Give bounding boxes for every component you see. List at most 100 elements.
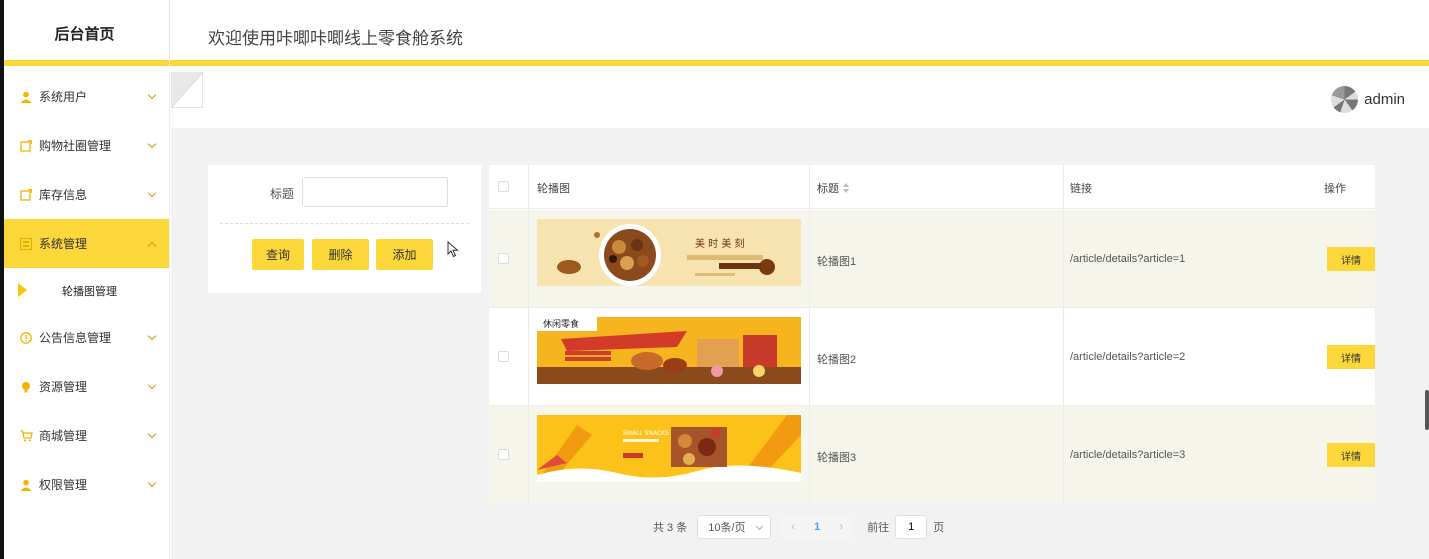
sidebar-item-resources[interactable]: 资源管理 [4,362,169,411]
doc-icon [19,188,33,202]
page-size-select[interactable]: 10条/页 [697,515,772,539]
goto-label: 前往 [867,522,890,534]
column-divider [1063,210,1064,307]
banner-image-3: SMALL SNACKS [537,415,801,482]
sidebar-item-label: 库存信息 [39,188,88,202]
search-panel: 标题 查询 删除 添加 [208,165,481,293]
sidebar-item-permissions[interactable]: 权限管理 [4,460,169,509]
title-field-label: 标题 [270,187,295,201]
total-count: 共 3 条 [653,522,688,534]
column-divider [528,308,529,405]
chevron-down-icon [147,139,157,148]
column-divider [809,165,810,208]
home-logo[interactable]: 后台首页 [0,0,170,66]
sidebar-item-mall[interactable]: 商城管理 [4,411,169,460]
column-divider [809,308,810,405]
sidebar-item-label: 购物社圈管理 [39,139,112,153]
add-button[interactable]: 添加 [376,239,433,270]
sidebar-item-shopping-circle[interactable]: 购物社圈管理 [4,121,169,170]
user-icon [19,90,33,104]
sidebar-item-system-management[interactable]: 系统管理 [4,219,169,268]
chevron-down-icon [147,380,157,389]
sidebar-item-label: 权限管理 [39,478,88,492]
sidebar-item-label: 系统管理 [39,237,88,251]
column-divider [1063,165,1064,208]
prev-page-button[interactable]: ‹ [781,515,805,539]
detail-button[interactable]: 详情 [1327,345,1375,369]
row-title: 轮播图1 [817,256,857,268]
username: admin [1364,91,1405,108]
column-divider [1063,406,1064,504]
banner-text: 美 时 美 刻 [695,237,745,250]
avatar [1331,86,1359,113]
column-header-action: 操作 [1324,183,1346,195]
sidebar-item-label: 系统用户 [39,90,88,104]
chevron-down-icon [147,429,157,438]
sidebar-item-inventory[interactable]: 库存信息 [4,170,169,219]
row-title: 轮播图3 [817,452,857,464]
detail-button[interactable]: 详情 [1327,443,1375,467]
row-link: /article/details?article=1 [1070,253,1186,265]
page-number-current[interactable]: 1 [805,515,829,539]
column-divider [528,210,529,307]
user-menu[interactable]: admin [1331,86,1405,113]
top-header: 后台首页 欢迎使用咔唧咔唧线上零食舱系统 [0,0,1429,66]
column-header-link: 链接 [1070,183,1092,195]
page-nav: ‹ 1 › [781,515,854,539]
sidebar: 系统用户 购物社圈管理 库存信息 系统管理 轮播图管理 公告信息管理 资源管理 … [4,72,170,559]
sidebar-subitem-label: 轮播图管理 [62,285,117,298]
row-checkbox[interactable] [498,351,509,362]
delete-button[interactable]: 删除 [312,239,369,270]
banner-table: 轮播图 标题 链接 操作 美 时 美 刻 轮播图1 /article/detai… [489,165,1375,504]
row-checkbox[interactable] [498,253,509,264]
chevron-down-icon [147,188,157,197]
chevron-down-icon [147,478,157,487]
column-header-title[interactable]: 标题 [817,180,851,196]
row-link: /article/details?article=2 [1070,351,1186,363]
select-all-checkbox[interactable] [498,181,509,192]
chevron-down-icon [756,522,764,531]
detail-button[interactable]: 详情 [1327,247,1375,271]
sidebar-subitem-banner-management[interactable]: 轮播图管理 [4,268,169,313]
column-header-image: 轮播图 [537,183,570,195]
doc-icon [19,139,33,153]
welcome-text: 欢迎使用咔唧咔唧线上零食舱系统 [208,29,463,48]
table-header: 轮播图 标题 链接 操作 [489,165,1375,209]
chevron-down-icon [147,331,157,340]
banner-text: SMALL SNACKS [623,430,669,437]
query-button[interactable]: 查询 [252,239,304,270]
row-title: 轮播图2 [817,354,857,366]
active-indicator-icon [18,283,27,297]
column-header-title-label: 标题 [817,183,839,195]
sidebar-item-announcements[interactable]: 公告信息管理 [4,313,169,362]
chevron-up-icon [147,241,157,250]
window-edge [0,0,4,559]
mouse-cursor-icon [447,241,459,258]
column-divider [809,210,810,307]
pagination: 共 3 条 10条/页 ‹ 1 › 前往 页 [653,515,944,539]
collapse-toggle-icon[interactable] [171,72,203,108]
sidebar-item-label: 商城管理 [39,429,88,443]
table-row: 美 时 美 刻 轮播图1 /article/details?article=1 … [489,210,1375,308]
divider [220,223,469,224]
column-divider [809,406,810,504]
banner-text: 休闲零食 [543,318,579,330]
main-content: admin 标题 查询 删除 添加 轮播图 标题 链接 操作 美 时 美 刻 轮… [171,72,1429,559]
next-page-button[interactable]: › [829,515,853,539]
sidebar-item-system-users[interactable]: 系统用户 [4,72,169,121]
settings-icon [19,237,33,251]
cart-icon [19,429,33,443]
table-row: 休闲零食 轮播图2 /article/details?article=2 详情 [489,308,1375,406]
goto-page-input[interactable] [895,515,928,539]
sort-icon[interactable] [843,183,851,193]
user-icon [19,478,33,492]
sidebar-item-label: 资源管理 [39,380,88,394]
title-search-input[interactable] [302,177,448,207]
column-divider [528,406,529,504]
column-divider [1063,308,1064,405]
sidebar-item-label: 公告信息管理 [39,331,112,345]
info-icon [19,331,33,345]
page-size-value: 10条/页 [708,522,746,534]
row-checkbox[interactable] [498,449,509,460]
scrollbar-thumb[interactable] [1425,390,1429,430]
